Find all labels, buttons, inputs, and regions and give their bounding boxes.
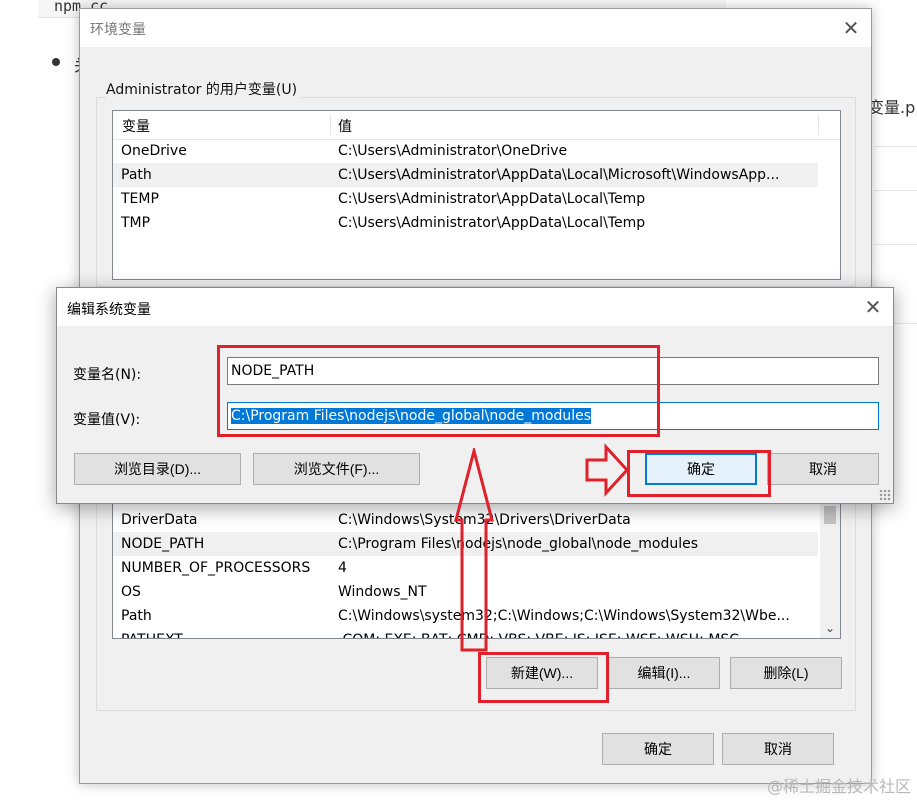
annotation-highlight-ok (627, 450, 771, 497)
list-item[interactable]: TEMP C:\Users\Administrator\AppData\Loca… (113, 187, 818, 211)
background-divider (874, 190, 917, 191)
column-header-variable[interactable]: 变量 (122, 116, 150, 136)
close-icon[interactable]: ✕ (851, 288, 895, 326)
dialog-cancel-button[interactable]: 取消 (767, 453, 879, 485)
list-item[interactable]: Path C:\Users\Administrator\AppData\Loca… (113, 163, 818, 187)
variable-name: NODE_PATH (121, 536, 205, 552)
column-header-value[interactable]: 值 (338, 116, 352, 136)
variable-value: C:\Program Files\nodejs\node_global\node… (338, 536, 699, 552)
dialog-titlebar: 编辑系统变量 ✕ (57, 288, 893, 326)
variable-name: NUMBER_OF_PROCESSORS (121, 560, 311, 576)
variable-name-label: 变量名(N): (73, 367, 142, 383)
variable-value: C:\Windows\system32;C:\Windows;C:\Window… (338, 608, 790, 624)
variable-value: 4 (338, 560, 347, 576)
variable-name: OS (121, 584, 141, 600)
window-title: 环境变量 (90, 22, 146, 38)
user-variables-label: Administrator 的用户变量(U) (106, 79, 302, 99)
column-separator[interactable] (330, 115, 331, 135)
variable-value: C:\Users\Administrator\AppData\Local\Mic… (338, 167, 780, 183)
ok-button[interactable]: 确定 (602, 733, 714, 765)
annotation-highlight-new (478, 652, 609, 703)
watermark: @稀土掘金技术社区 (766, 777, 911, 796)
variable-value: C:\Users\Administrator\AppData\Local\Tem… (338, 191, 646, 207)
user-variables-list[interactable]: 变量 值 OneDrive C:\Users\Administrator\One… (112, 110, 841, 280)
window-titlebar: 环境变量 ✕ (80, 9, 871, 47)
variable-name: TMP (121, 215, 151, 231)
arrow-up-annotation (454, 448, 494, 652)
variable-value: C:\Users\Administrator\AppData\Local\Tem… (338, 215, 646, 231)
annotation-highlight-fields (217, 345, 660, 437)
background-bullet (52, 58, 60, 66)
dialog-title: 编辑系统变量 (67, 302, 151, 318)
arrow-right-annotation (585, 443, 630, 497)
list-item[interactable]: OneDrive C:\Users\Administrator\OneDrive (113, 139, 818, 163)
variable-name: OneDrive (121, 143, 187, 159)
variable-name: Path (121, 167, 152, 183)
background-divider (874, 244, 917, 245)
background-right-text: 变量.p (868, 98, 916, 117)
variable-value: C:\Users\Administrator\OneDrive (338, 143, 568, 159)
column-separator[interactable] (818, 115, 819, 135)
list-item[interactable]: TMP C:\Users\Administrator\AppData\Local… (113, 211, 818, 235)
delete-variable-button[interactable]: 删除(L) (730, 657, 842, 689)
resize-grip[interactable] (879, 489, 891, 501)
variable-value-label: 变量值(V): (73, 412, 141, 428)
close-icon[interactable]: ✕ (829, 9, 873, 47)
variable-name: Path (121, 608, 152, 624)
list-header: 变量 值 (113, 111, 840, 140)
cancel-button[interactable]: 取消 (722, 733, 834, 765)
browse-file-button[interactable]: 浏览文件(F)... (253, 453, 420, 485)
edit-variable-button[interactable]: 编辑(I)... (608, 657, 720, 689)
variable-value: .COM;.EXE;.BAT;.CMD;.VBS;.VBE;.JS;.JSE;.… (338, 628, 818, 638)
scrollbar-thumb[interactable] (824, 506, 836, 524)
chevron-down-icon[interactable]: ⌄ (820, 618, 840, 638)
variable-value: C:\Windows\System32\Drivers\DriverData (338, 512, 631, 528)
browse-directory-button[interactable]: 浏览目录(D)... (74, 453, 241, 485)
variable-value: Windows_NT (338, 584, 427, 600)
variable-name: PATHEXT (121, 628, 183, 638)
background-divider (874, 146, 917, 147)
variable-name: TEMP (121, 191, 159, 207)
variable-name: DriverData (121, 512, 198, 528)
